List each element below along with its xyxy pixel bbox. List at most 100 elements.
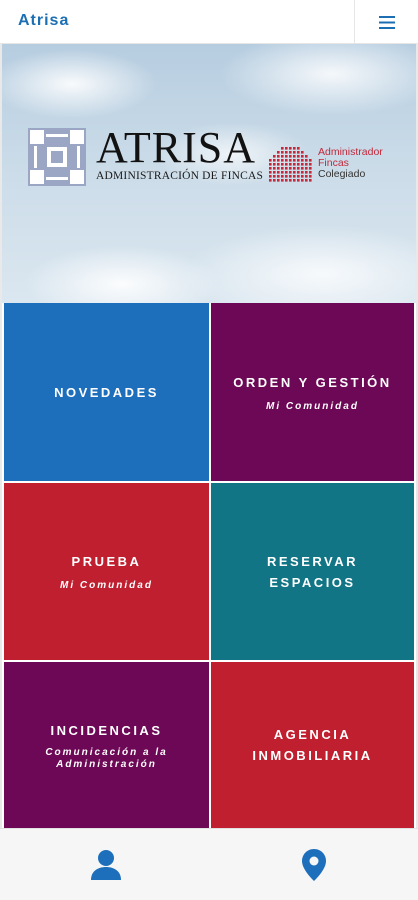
seal-dot	[289, 147, 292, 150]
profile-nav-button[interactable]	[86, 845, 126, 885]
seal-dot	[309, 179, 312, 182]
tile-title: RESERVAR ESPACIOS	[266, 553, 359, 590]
seal-dot	[285, 167, 288, 170]
seal-dot	[273, 167, 276, 170]
seal-dot	[305, 163, 308, 166]
seal-dot	[269, 163, 272, 166]
seal-dot	[297, 167, 300, 170]
tile-subtitle: Mi Comunidad	[266, 400, 359, 412]
seal-dot	[277, 151, 280, 154]
bottom-nav	[0, 828, 418, 900]
seal-dot	[277, 179, 280, 182]
seal-dot	[301, 167, 304, 170]
seal-dot	[289, 155, 292, 158]
seal-dot	[285, 175, 288, 178]
seal-dot	[293, 163, 296, 166]
tile-title: PRUEBA	[71, 554, 142, 569]
seal-dot	[309, 175, 312, 178]
menu-button[interactable]	[354, 0, 418, 44]
seal-dot	[305, 155, 308, 158]
tile-title: NOVEDADES	[54, 384, 159, 400]
seal-dot	[273, 159, 276, 162]
seal-dot	[297, 159, 300, 162]
tile-title: INCIDENCIAS	[50, 722, 163, 738]
seal-dot	[269, 179, 272, 182]
seal-dot	[289, 159, 292, 162]
seal-dot	[289, 163, 292, 166]
seal-dot	[269, 167, 272, 170]
seal-dot	[277, 155, 280, 158]
tile-novedades[interactable]: NOVEDADES	[4, 303, 209, 481]
seal-dot	[305, 159, 308, 162]
seal-dot	[301, 159, 304, 162]
seal-dot	[309, 159, 312, 162]
app-header: Atrisa	[0, 0, 418, 44]
seal-dot	[281, 175, 284, 178]
tile-subtitle: Comunicación a la Administración	[45, 746, 168, 770]
seal-dot	[285, 179, 288, 182]
seal-dot	[297, 155, 300, 158]
seal-dot	[273, 171, 276, 174]
seal-dot	[297, 163, 300, 166]
seal-dot	[289, 179, 292, 182]
seal-dot	[281, 163, 284, 166]
seal-dot	[301, 171, 304, 174]
seal-dot	[301, 155, 304, 158]
seal-dot	[305, 167, 308, 170]
seal-dot	[285, 155, 288, 158]
seal-dot	[273, 163, 276, 166]
seal-dot	[293, 159, 296, 162]
seal-dot	[305, 179, 308, 182]
brand-subtitle: ADMINISTRACIÓN DE FINCAS	[96, 170, 264, 182]
seal-dot	[293, 151, 296, 154]
seal-dot	[269, 159, 272, 162]
seal-dot	[277, 159, 280, 162]
app-title: Atrisa	[18, 12, 70, 29]
seal-dot	[273, 175, 276, 178]
seal-dot	[293, 179, 296, 182]
seal-dot	[277, 175, 280, 178]
seal-dot	[269, 175, 272, 178]
tile-orden-y-gestion[interactable]: ORDEN Y GESTIÓN Mi Comunidad	[211, 303, 414, 481]
seal-dot	[281, 179, 284, 182]
seal-dot	[297, 151, 300, 154]
seal-dot	[293, 175, 296, 178]
seal-dot	[289, 167, 292, 170]
seal-dot	[273, 179, 276, 182]
seal-dot	[281, 171, 284, 174]
seal-dot	[277, 163, 280, 166]
seal-dot	[281, 159, 284, 162]
seal-text: Administrador Fincas Colegiado	[318, 147, 383, 180]
seal-dot	[293, 171, 296, 174]
seal-dot	[281, 167, 284, 170]
tile-reservar-espacios[interactable]: RESERVAR ESPACIOS	[211, 483, 414, 660]
seal-dot	[281, 151, 284, 154]
seal-dot	[301, 151, 304, 154]
tile-prueba[interactable]: PRUEBA Mi Comunidad	[4, 483, 209, 660]
seal-dot	[285, 159, 288, 162]
user-icon	[91, 850, 121, 880]
seal-dot	[305, 175, 308, 178]
location-pin-icon	[302, 849, 326, 881]
tile-agencia-inmobiliaria[interactable]: AGENCIA INMOBILIARIA	[211, 662, 414, 828]
seal-dot	[297, 171, 300, 174]
brand-name: ATRISA	[96, 123, 257, 172]
seal-dot	[297, 147, 300, 150]
seal-dot	[289, 151, 292, 154]
seal-dot	[273, 155, 276, 158]
administrador-fincas-seal	[269, 147, 312, 182]
seal-dot	[309, 163, 312, 166]
seal-dot	[301, 175, 304, 178]
header-banner: ATRISA ADMINISTRACIÓN DE FINCAS Administ…	[2, 44, 416, 303]
tile-title: AGENCIA INMOBILIARIA	[252, 727, 373, 763]
seal-dot	[305, 171, 308, 174]
seal-dot	[297, 179, 300, 182]
seal-dot	[285, 171, 288, 174]
seal-dot	[281, 147, 284, 150]
seal-dot	[285, 151, 288, 154]
seal-dot	[309, 167, 312, 170]
seal-dot	[301, 179, 304, 182]
seal-dot	[277, 171, 280, 174]
location-nav-button[interactable]	[294, 845, 334, 885]
tile-incidencias[interactable]: INCIDENCIAS Comunicación a la Administra…	[4, 662, 209, 828]
